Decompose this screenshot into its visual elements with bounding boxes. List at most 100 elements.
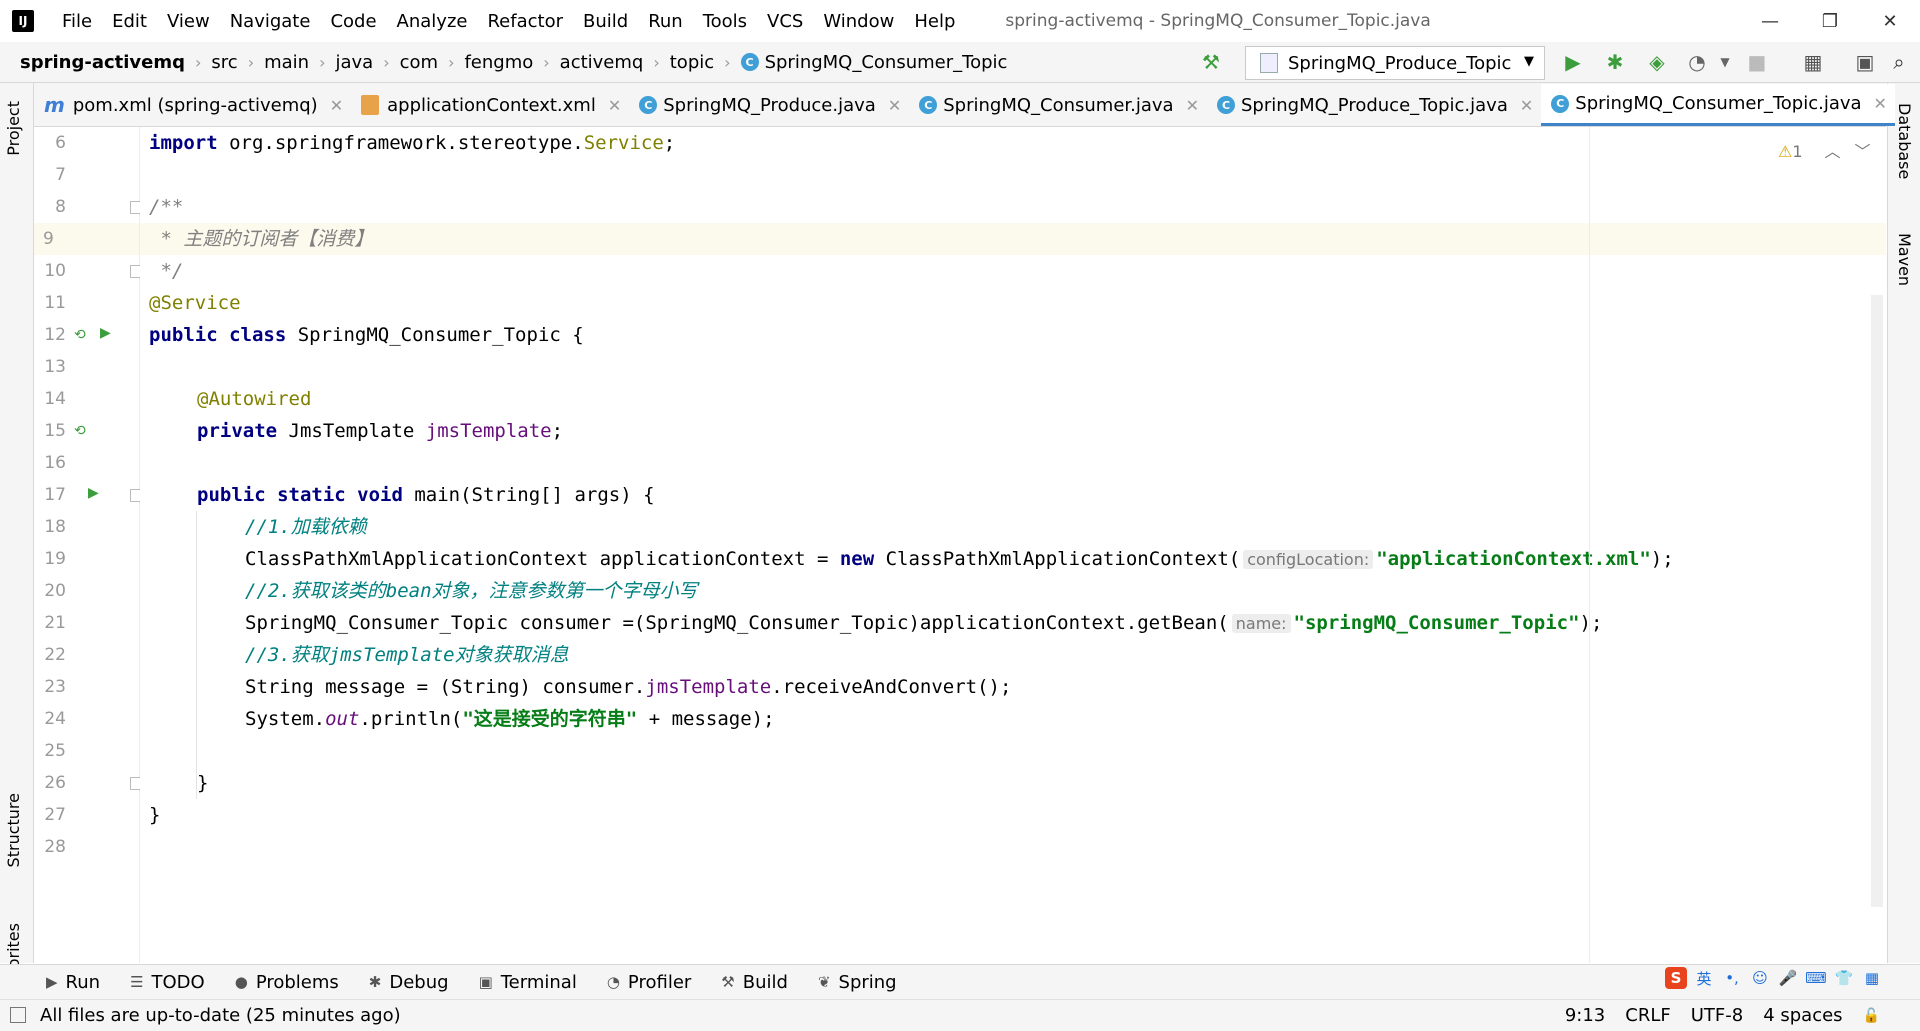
maven-tab[interactable]: Maven bbox=[1895, 233, 1914, 286]
menu-analyze[interactable]: Analyze bbox=[387, 11, 478, 32]
code-line-14: @Autowired bbox=[197, 388, 312, 410]
run-class-icon[interactable]: ▶ bbox=[100, 325, 111, 341]
close-icon[interactable]: ✕ bbox=[608, 96, 621, 115]
menu-code[interactable]: Code bbox=[320, 11, 386, 32]
microphone-icon[interactable]: 🎤 bbox=[1777, 967, 1799, 989]
line-number: 23 bbox=[44, 677, 66, 697]
status-toggle-icon[interactable] bbox=[10, 1007, 26, 1023]
crumb-project[interactable]: spring-activemq bbox=[20, 52, 185, 73]
code-editor[interactable]: import org.springframework.stereotype.Se… bbox=[140, 127, 1886, 963]
tab-springmq-produce[interactable]: C SpringMQ_Produce.java ✕ bbox=[629, 84, 909, 126]
close-icon[interactable]: ✕ bbox=[1520, 96, 1533, 115]
spring-tool-button[interactable]: ❦ Spring bbox=[818, 972, 897, 993]
line-number: 12 bbox=[44, 325, 66, 345]
code-token: + message); bbox=[637, 708, 775, 730]
line-number: 25 bbox=[44, 741, 66, 761]
terminal-tool-button[interactable]: ▣ Terminal bbox=[479, 972, 577, 993]
crumb-main[interactable]: main bbox=[264, 52, 309, 73]
terminal-window-icon[interactable]: ▣ bbox=[1854, 50, 1876, 74]
crumb-com[interactable]: com bbox=[400, 52, 438, 73]
spring-autowired-icon[interactable]: ⟲ bbox=[74, 423, 86, 439]
close-icon[interactable]: ✕ bbox=[1186, 96, 1199, 115]
debug-icon[interactable]: ✱ bbox=[1604, 50, 1626, 74]
run-tool-button[interactable]: ▶ Run bbox=[46, 972, 100, 993]
tab-springmq-consumer-topic[interactable]: C SpringMQ_Consumer_Topic.java ✕ bbox=[1541, 84, 1895, 126]
todo-tool-button[interactable]: ☰ TODO bbox=[130, 972, 205, 993]
chevron-up-icon[interactable]: ︿ bbox=[1825, 142, 1841, 161]
emoji-icon[interactable]: ☺ bbox=[1749, 967, 1771, 989]
sogou-ime-icon[interactable]: S bbox=[1665, 967, 1687, 989]
crumb-src[interactable]: src bbox=[211, 52, 237, 73]
code-line-27: } bbox=[149, 804, 161, 826]
restore-button[interactable]: ❐ bbox=[1800, 0, 1860, 42]
caret-position[interactable]: 9:13 bbox=[1565, 1005, 1605, 1026]
editor-gutter[interactable]: 6 7 8 9 10 11 12 13 14 15 16 17 18 19 20… bbox=[34, 127, 143, 963]
menu-build[interactable]: Build bbox=[573, 11, 638, 32]
run-config-select[interactable]: SpringMQ_Produce_Topic ▼ bbox=[1245, 46, 1545, 80]
close-icon[interactable]: ✕ bbox=[1874, 94, 1887, 113]
crumb-topic[interactable]: topic bbox=[670, 52, 714, 73]
minimize-button[interactable]: — bbox=[1740, 0, 1800, 42]
profiler-tool-button[interactable]: ◔ Profiler bbox=[607, 972, 691, 993]
config-icon bbox=[1260, 53, 1278, 73]
run-icon[interactable]: ▶ bbox=[1562, 50, 1584, 74]
profile-icon[interactable]: ◔ bbox=[1686, 50, 1708, 74]
crumb-activemq[interactable]: activemq bbox=[560, 52, 644, 73]
breadcrumb: spring-activemq › src › main › java › com › f… bbox=[20, 52, 1007, 73]
tab-springmq-consumer[interactable]: C SpringMQ_Consumer.java ✕ bbox=[909, 84, 1207, 126]
crumb-fengmo[interactable]: fengmo bbox=[464, 52, 533, 73]
profiler-icon: ◔ bbox=[606, 973, 620, 991]
problems-tool-button[interactable]: ● Problems bbox=[235, 972, 339, 993]
toolbox-icon[interactable]: ▦ bbox=[1861, 967, 1883, 989]
lock-icon[interactable]: 🔓 bbox=[1863, 1008, 1880, 1024]
tab-pom-xml[interactable]: m pom.xml (spring-activemq) ✕ bbox=[34, 84, 351, 126]
menu-window[interactable]: Window bbox=[813, 11, 904, 32]
window-title: spring-activemq - SpringMQ_Consumer_Topi… bbox=[1005, 11, 1431, 31]
run-main-icon[interactable]: ▶ bbox=[88, 485, 99, 501]
close-icon[interactable]: ✕ bbox=[888, 96, 901, 115]
tab-springmq-produce-topic[interactable]: C SpringMQ_Produce_Topic.java ✕ bbox=[1207, 84, 1541, 126]
debug-tool-button[interactable]: ✱ Debug bbox=[369, 972, 449, 993]
editor-scrollbar[interactable] bbox=[1871, 295, 1883, 907]
menu-navigate[interactable]: Navigate bbox=[220, 11, 321, 32]
editor-tabs: m pom.xml (spring-activemq) ✕ applicationC… bbox=[34, 83, 1895, 127]
stop-icon[interactable]: ■ bbox=[1746, 50, 1768, 74]
line-separator[interactable]: CRLF bbox=[1625, 1005, 1670, 1026]
warning-count: 1 bbox=[1792, 142, 1803, 161]
build-tool-button[interactable]: ⚒ Build bbox=[721, 972, 788, 993]
code-line-8: /** bbox=[149, 196, 184, 218]
indent-setting[interactable]: 4 spaces bbox=[1763, 1005, 1842, 1026]
close-icon[interactable]: ✕ bbox=[330, 96, 343, 115]
keyboard-icon[interactable]: ⌨ bbox=[1805, 967, 1827, 989]
menu-edit[interactable]: Edit bbox=[102, 11, 157, 32]
chevron-down-icon[interactable]: ﹀ bbox=[1855, 142, 1871, 161]
file-encoding[interactable]: UTF-8 bbox=[1691, 1005, 1743, 1026]
menu-tools[interactable]: Tools bbox=[693, 11, 757, 32]
menu-file[interactable]: File bbox=[52, 11, 102, 32]
search-icon[interactable]: ⌕ bbox=[1888, 50, 1910, 74]
class-icon: C bbox=[740, 53, 759, 71]
crumb-class[interactable]: SpringMQ_Consumer_Topic bbox=[765, 52, 1008, 73]
warning-indicator[interactable]: ⚠1 ︿ ﹀ bbox=[1778, 138, 1871, 162]
build-hammer-icon[interactable]: ⚒ bbox=[1200, 50, 1222, 74]
chevron-down-icon[interactable]: ▼ bbox=[1714, 51, 1736, 73]
spring-bean-icon[interactable]: ⟲ bbox=[74, 327, 86, 343]
close-window-button[interactable]: ✕ bbox=[1860, 0, 1920, 42]
menu-run[interactable]: Run bbox=[638, 11, 693, 32]
menu-view[interactable]: View bbox=[157, 11, 220, 32]
skin-icon[interactable]: 👕 bbox=[1833, 967, 1855, 989]
project-structure-icon[interactable]: ▦ bbox=[1802, 50, 1824, 74]
coverage-icon[interactable]: ◈ bbox=[1646, 50, 1668, 74]
tab-application-context[interactable]: applicationContext.xml ✕ bbox=[351, 84, 629, 126]
menu-vcs[interactable]: VCS bbox=[757, 11, 813, 32]
status-message[interactable]: All files are up-to-date (25 minutes ago… bbox=[40, 1005, 401, 1026]
ime-tray: S 英 •, ☺ 🎤 ⌨ 👕 ▦ bbox=[1665, 967, 1889, 989]
crumb-java[interactable]: java bbox=[335, 52, 373, 73]
punctuation-icon[interactable]: •, bbox=[1721, 967, 1743, 989]
ime-language[interactable]: 英 bbox=[1693, 967, 1715, 989]
structure-tab[interactable]: Structure bbox=[4, 793, 23, 867]
menu-help[interactable]: Help bbox=[904, 11, 965, 32]
database-tab[interactable]: Database bbox=[1895, 103, 1914, 179]
project-tab[interactable]: Project bbox=[4, 101, 23, 156]
menu-refactor[interactable]: Refactor bbox=[477, 11, 573, 32]
